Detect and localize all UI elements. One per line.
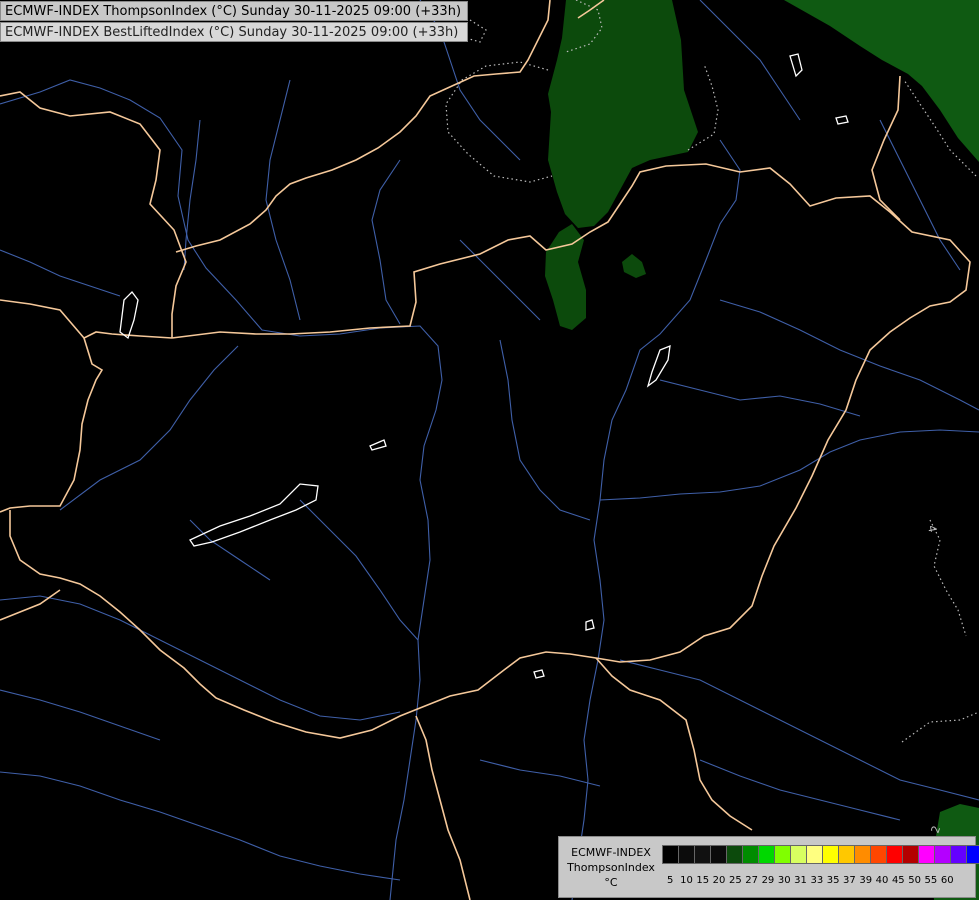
legend-tick-label: 60 (940, 875, 954, 886)
legend-tick-label: 29 (761, 875, 775, 886)
legend-swatch (870, 845, 887, 864)
legend-tick-label: 37 (843, 875, 856, 886)
legend-swatch (710, 845, 727, 864)
legend-swatch (806, 845, 823, 864)
legend-swatches (662, 845, 979, 864)
legend-swatch (822, 845, 839, 864)
legend-tick-label: 31 (794, 875, 807, 886)
legend-tick-label: 39 (859, 875, 873, 886)
legend-swatch (966, 845, 979, 864)
legend-tick-label: 33 (810, 875, 824, 886)
legend-swatch (678, 845, 695, 864)
legend-swatch (886, 845, 903, 864)
legend-tick-label: 50 (908, 875, 921, 886)
legend-swatch (854, 845, 871, 864)
legend-parameter: ThompsonIndex (567, 861, 655, 874)
legend-tick-label: 10 (680, 875, 693, 886)
legend-swatch (790, 845, 807, 864)
legend-unit: °C (604, 876, 618, 889)
legend-swatch (662, 845, 679, 864)
legend-swatch (934, 845, 951, 864)
legend-tick-label: 25 (728, 875, 742, 886)
legend-swatch (950, 845, 967, 864)
legend-tick-label: 15 (696, 875, 710, 886)
legend-swatch (774, 845, 791, 864)
legend-swatch (742, 845, 759, 864)
legend-tick-label: 45 (891, 875, 905, 886)
legend-tick-label: 40 (875, 875, 889, 886)
legend-swatch (902, 845, 919, 864)
legend-model: ECMWF-INDEX (571, 846, 651, 859)
legend-ticks: 5 10 15 20 25 27 29 30 31 33 35 37 39 40 45 50 55 60 (662, 875, 955, 886)
legend-tick-label: 5 (666, 875, 674, 886)
color-legend: ECMWF-INDEX ThompsonIndex °C 5 10 15 20 25 27… (558, 836, 979, 898)
legend-label: ECMWF-INDEX ThompsonIndex °C (561, 845, 661, 890)
legend-tick-label: 55 (924, 875, 938, 886)
weather-map: 4 2 (0, 0, 979, 900)
map-title-thompson: ECMWF-INDEX ThompsonIndex (°C) Sunday 30… (0, 1, 468, 21)
legend-swatch (726, 845, 743, 864)
legend-tick-label: 30 (777, 875, 791, 886)
legend-tick-label: 27 (745, 875, 758, 886)
legend-tick-label: 35 (826, 875, 840, 886)
legend-tick-label: 20 (712, 875, 726, 886)
map-background (0, 0, 979, 900)
legend-swatch (758, 845, 775, 864)
legend-swatch (918, 845, 935, 864)
legend-swatch (694, 845, 711, 864)
map-title-lifted: ECMWF-INDEX BestLiftedIndex (°C) Sunday … (0, 22, 468, 42)
legend-swatch (838, 845, 855, 864)
